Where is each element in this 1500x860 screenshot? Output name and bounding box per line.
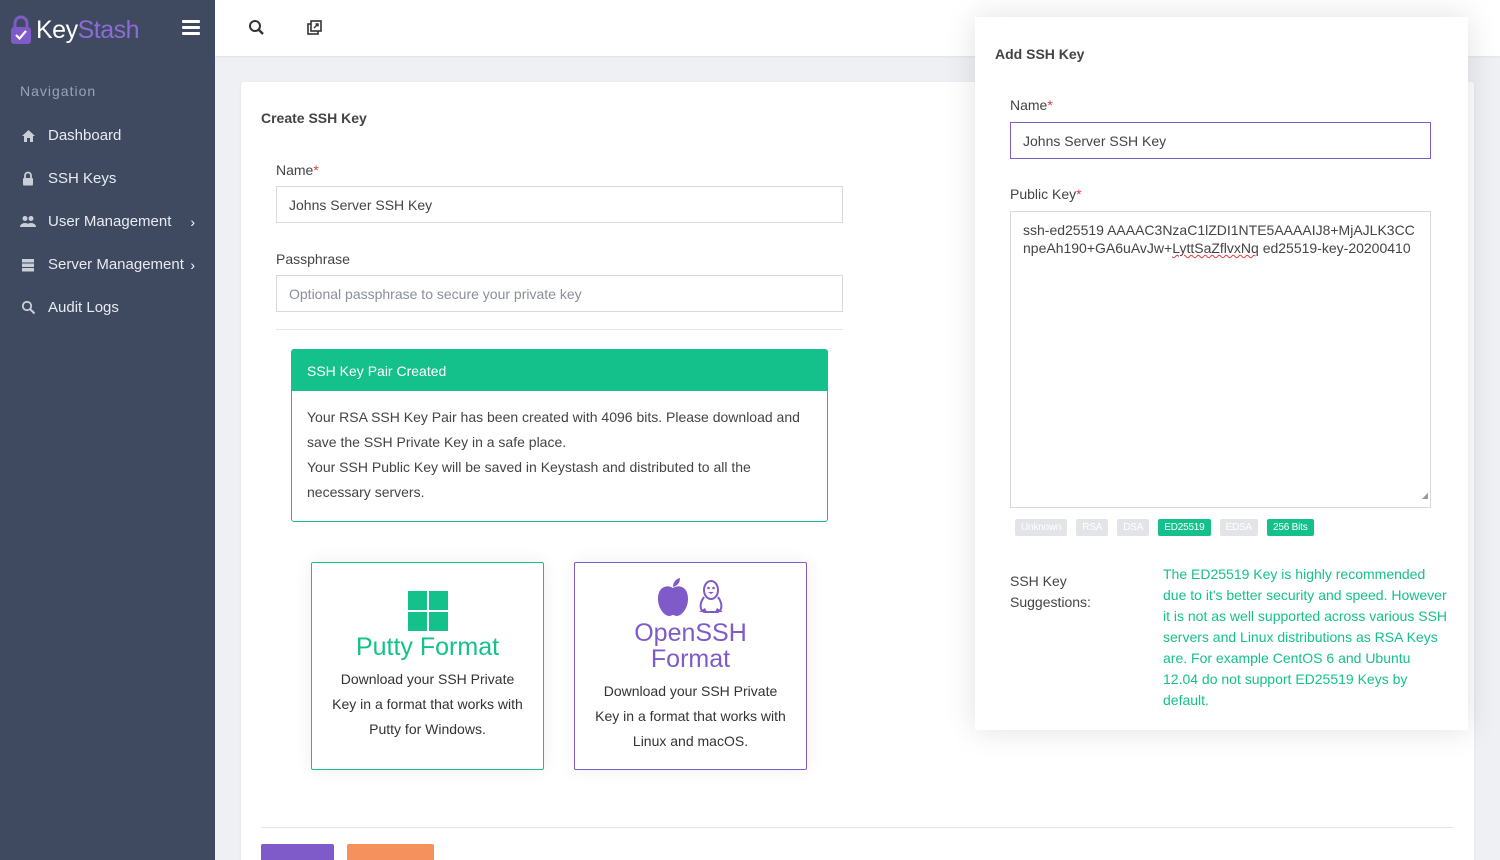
sidebar-item-audit-logs[interactable]: Audit Logs: [0, 286, 215, 329]
audit-search-icon: [20, 300, 36, 316]
resize-grip-icon[interactable]: ◢: [1422, 487, 1428, 505]
brand-name-part1: Key: [36, 15, 78, 44]
sidebar-item-label: User Management: [48, 213, 172, 230]
badge-ed25519: ED25519: [1158, 519, 1211, 536]
badge-dsa: DSA: [1117, 519, 1150, 536]
sidebar-item-server-management[interactable]: Server Management ›: [0, 243, 215, 286]
putty-format-title: Putty Format: [355, 633, 500, 661]
external-window-icon[interactable]: [305, 18, 325, 38]
brand-name-part2: Stash: [77, 15, 140, 44]
padlock-check-icon: [10, 15, 32, 45]
modal-name-input[interactable]: [1010, 122, 1431, 159]
brand-name: KeyStash: [36, 15, 140, 45]
alert-line-2: Your SSH Public Key will be saved in Key…: [307, 459, 751, 500]
putty-format-description: Download your SSH Private Key in a forma…: [332, 671, 523, 737]
sidebar-item-label: Server Management: [48, 256, 184, 273]
required-mark: *: [1047, 97, 1053, 113]
home-icon: [20, 128, 36, 144]
public-key-label: Public Key*: [1010, 186, 1082, 202]
openssh-format-download[interactable]: OpenSSH Format Download your SSH Private…: [574, 562, 807, 770]
key-type-badges: Unknown RSA DSA ED25519 EDSA 256 Bits: [1015, 519, 1323, 536]
chevron-right-icon: ›: [190, 214, 195, 230]
public-key-text-end: ed25519-key-20200410: [1258, 240, 1411, 256]
sidebar-item-ssh-keys[interactable]: SSH Keys: [0, 157, 215, 200]
server-icon: [20, 257, 36, 273]
linux-icon: [696, 579, 726, 618]
sidebar-item-label: SSH Keys: [48, 170, 117, 187]
windows-icon: [312, 591, 543, 632]
sidebar-item-label: Dashboard: [48, 127, 122, 144]
sidebar-nav: Dashboard SSH Keys User Management › Ser…: [0, 114, 215, 329]
required-mark: *: [1076, 186, 1082, 202]
name-label-text: Name: [276, 162, 314, 178]
lock-icon: [20, 171, 36, 187]
modal-name-label-text: Name: [1010, 97, 1048, 113]
add-ssh-key-modal: Add SSH Key Name* Public Key* ssh-ed2551…: [975, 17, 1468, 730]
openssh-title-line2: Format: [650, 645, 731, 673]
sidebar-item-dashboard[interactable]: Dashboard: [0, 114, 215, 157]
alert-title: SSH Key Pair Created: [292, 350, 827, 391]
name-input[interactable]: [276, 186, 843, 223]
users-icon: [20, 214, 36, 230]
divider: [276, 329, 843, 330]
modal-title: Add SSH Key: [995, 46, 1085, 62]
openssh-icons: [575, 577, 806, 620]
public-key-textarea[interactable]: ssh-ed25519 AAAAC3NzaC1lZDI1NTE5AAAAIJ8+…: [1010, 211, 1431, 508]
chevron-right-icon: ›: [190, 257, 195, 273]
sidebar-item-label: Audit Logs: [48, 299, 119, 316]
alert-body: Your RSA SSH Key Pair has been created w…: [292, 391, 827, 519]
sidebar: KeyStash Navigation Dashboard SSH Keys U…: [0, 0, 215, 860]
badge-unknown: Unknown: [1015, 519, 1068, 536]
openssh-format-title: OpenSSH Format: [575, 620, 806, 672]
public-key-text-misspelled: LyttSaZflvxNq: [1172, 240, 1259, 256]
cancel-button[interactable]: [347, 844, 434, 860]
openssh-format-description: Download your SSH Private Key in a forma…: [595, 683, 786, 749]
passphrase-label: Passphrase: [276, 251, 350, 267]
suggestions-text: The ED25519 Key is highly recommended du…: [1163, 566, 1448, 708]
suggestions-label: SSH Key Suggestions:: [1010, 573, 1091, 610]
card-title: Create SSH Key: [261, 110, 367, 126]
openssh-title-line1: OpenSSH: [634, 619, 747, 647]
hamburger-menu-icon[interactable]: [182, 20, 200, 36]
divider: [261, 827, 1454, 828]
key-pair-created-alert: SSH Key Pair Created Your RSA SSH Key Pa…: [291, 349, 828, 522]
sidebar-item-user-management[interactable]: User Management ›: [0, 200, 215, 243]
search-icon[interactable]: [247, 18, 267, 38]
nav-heading: Navigation: [20, 83, 97, 99]
badge-edsa: EDSA: [1219, 519, 1258, 536]
apple-icon: [656, 577, 690, 620]
alert-line-1: Your RSA SSH Key Pair has been created w…: [307, 409, 800, 450]
putty-format-download[interactable]: Putty Format Download your SSH Private K…: [311, 562, 544, 770]
badge-rsa: RSA: [1076, 519, 1109, 536]
brand-logo[interactable]: KeyStash: [10, 10, 140, 50]
submit-button[interactable]: [261, 844, 334, 860]
required-mark: *: [313, 162, 319, 178]
public-key-label-text: Public Key: [1010, 186, 1077, 202]
passphrase-input[interactable]: [276, 275, 843, 312]
name-label: Name*: [276, 162, 319, 178]
badge-bits: 256 Bits: [1266, 519, 1314, 536]
modal-name-label: Name*: [1010, 97, 1053, 113]
